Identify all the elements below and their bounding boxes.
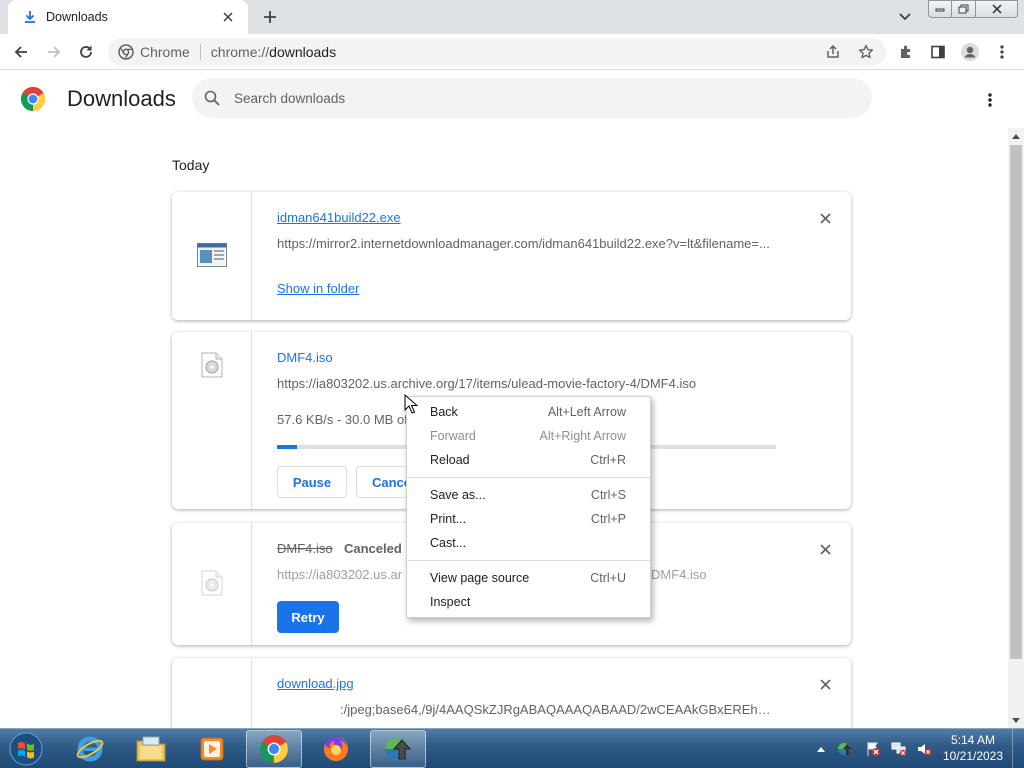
menu-divider — [407, 560, 650, 561]
flag-warning-icon[interactable] — [862, 729, 884, 768]
chevron-down-icon[interactable] — [894, 6, 916, 28]
download-url[interactable]: https://ia803202.us.ar — [277, 567, 417, 582]
menu-item-back[interactable]: Back Alt+Left Arrow — [407, 400, 650, 424]
download-url[interactable]: :/jpeg;base64,/9j/4AAQSkZJRgABAQAAAQABAA… — [340, 702, 780, 717]
system-clock[interactable]: 5:14 AM 10/21/2023 — [940, 732, 1006, 764]
menu-item-reload[interactable]: Reload Ctrl+R — [407, 448, 650, 472]
download-card: idman641build22.exe https://mirror2.inte… — [172, 192, 851, 320]
download-filename[interactable]: DMF4.iso — [277, 350, 333, 365]
start-button[interactable] — [4, 730, 48, 768]
status-badge: Canceled — [344, 541, 402, 556]
disc-file-icon — [201, 352, 223, 381]
tab-title: Downloads — [46, 10, 108, 24]
menu-item-print[interactable]: Print... Ctrl+P — [407, 507, 650, 531]
windows-taskbar: 5:14 AM 10/21/2023 — [0, 728, 1024, 768]
show-desktop-button[interactable] — [1012, 729, 1024, 768]
url-text[interactable]: chrome://downloads — [211, 44, 336, 60]
page-scrollbar[interactable] — [1008, 128, 1024, 728]
download-card: download.jpg :/jpeg;base64,/9j/4AAQSkZJR… — [172, 658, 851, 728]
profile-icon[interactable] — [956, 38, 984, 66]
internet-explorer-icon[interactable] — [62, 730, 118, 768]
download-progress-text: 57.6 KB/s - 30.0 MB of — [277, 412, 408, 427]
media-player-icon[interactable] — [184, 730, 240, 768]
scrollbar-thumb[interactable] — [1010, 145, 1022, 659]
exe-file-icon — [196, 242, 227, 270]
menu-divider — [407, 477, 650, 478]
page-header: Downloads — [0, 70, 1008, 128]
scroll-up-icon[interactable] — [1008, 128, 1024, 144]
chrome-site-icon[interactable] — [118, 44, 134, 60]
download-progress-fill — [277, 445, 297, 449]
plus-icon[interactable] — [258, 6, 282, 28]
mouse-cursor-icon — [404, 394, 418, 414]
file-icon-column — [172, 332, 252, 509]
clock-date: 10/21/2023 — [942, 749, 1004, 763]
menu-item-inspect[interactable]: Inspect — [407, 590, 650, 614]
menu-item-cast[interactable]: Cast... — [407, 531, 650, 555]
omnibox-divider — [199, 44, 201, 60]
scroll-down-icon[interactable] — [1008, 712, 1024, 728]
tab-strip: Downloads — [0, 0, 1024, 34]
file-icon-column — [172, 192, 252, 320]
restore-button[interactable] — [951, 0, 976, 18]
file-icon-column — [172, 523, 252, 645]
close-icon[interactable] — [218, 7, 238, 27]
address-bar[interactable]: Chrome chrome://downloads — [108, 38, 886, 66]
download-url[interactable]: https://ia803202.us.archive.org/17/items… — [277, 376, 837, 391]
extensions-icon[interactable] — [892, 38, 920, 66]
menu-item-forward[interactable]: Forward Alt+Right Arrow — [407, 424, 650, 448]
search-icon[interactable] — [204, 90, 220, 106]
reload-icon[interactable] — [72, 38, 100, 66]
share-icon[interactable] — [823, 42, 843, 62]
window-close-button[interactable] — [975, 0, 1018, 18]
download-filename[interactable]: idman641build22.exe — [277, 210, 401, 225]
download-url-tail[interactable]: DMF4.iso — [651, 567, 711, 582]
download-url[interactable]: https://mirror2.internetdownloadmanager.… — [277, 236, 777, 251]
idm-icon[interactable] — [370, 730, 426, 768]
disc-file-icon — [201, 570, 223, 599]
show-in-folder-link[interactable]: Show in folder — [277, 281, 359, 296]
star-icon[interactable] — [856, 42, 876, 62]
network-icon[interactable] — [888, 729, 910, 768]
page-menu-icon[interactable] — [978, 88, 1002, 112]
menu-item-view-source[interactable]: View page source Ctrl+U — [407, 566, 650, 590]
chrome-logo-icon — [20, 86, 46, 112]
side-panel-icon[interactable] — [924, 38, 952, 66]
remove-download-icon[interactable] — [817, 210, 833, 226]
minimize-button[interactable] — [928, 0, 952, 18]
firefox-icon[interactable] — [308, 730, 364, 768]
remove-download-icon[interactable] — [817, 676, 833, 692]
chrome-icon[interactable] — [246, 730, 302, 768]
clock-time: 5:14 AM — [950, 733, 996, 747]
menu-item-save-as[interactable]: Save as... Ctrl+S — [407, 483, 650, 507]
site-label: Chrome — [140, 44, 190, 60]
date-header: Today — [172, 157, 210, 173]
file-icon-column — [172, 658, 252, 728]
tab-downloads[interactable]: Downloads — [8, 0, 248, 34]
browser-toolbar: Chrome chrome://downloads — [0, 34, 1024, 70]
search-bar[interactable] — [192, 78, 872, 118]
tray-expand-icon[interactable] — [814, 729, 828, 768]
page-title: Downloads — [67, 86, 176, 111]
volume-muted-icon[interactable] — [913, 729, 935, 768]
kebab-menu-icon[interactable] — [988, 38, 1016, 66]
download-icon — [22, 9, 38, 25]
pause-button[interactable]: Pause — [277, 466, 347, 498]
download-filename[interactable]: download.jpg — [277, 676, 354, 691]
download-filename: DMF4.iso — [277, 541, 333, 556]
idm-tray-icon[interactable] — [834, 729, 856, 768]
forward-arrow-icon[interactable] — [40, 38, 68, 66]
remove-download-icon[interactable] — [817, 541, 833, 557]
retry-button[interactable]: Retry — [277, 601, 339, 633]
context-menu: Back Alt+Left Arrow Forward Alt+Right Arro… — [406, 396, 651, 618]
back-arrow-icon[interactable] — [7, 38, 35, 66]
search-input[interactable] — [234, 90, 834, 106]
file-explorer-icon[interactable] — [123, 730, 179, 768]
